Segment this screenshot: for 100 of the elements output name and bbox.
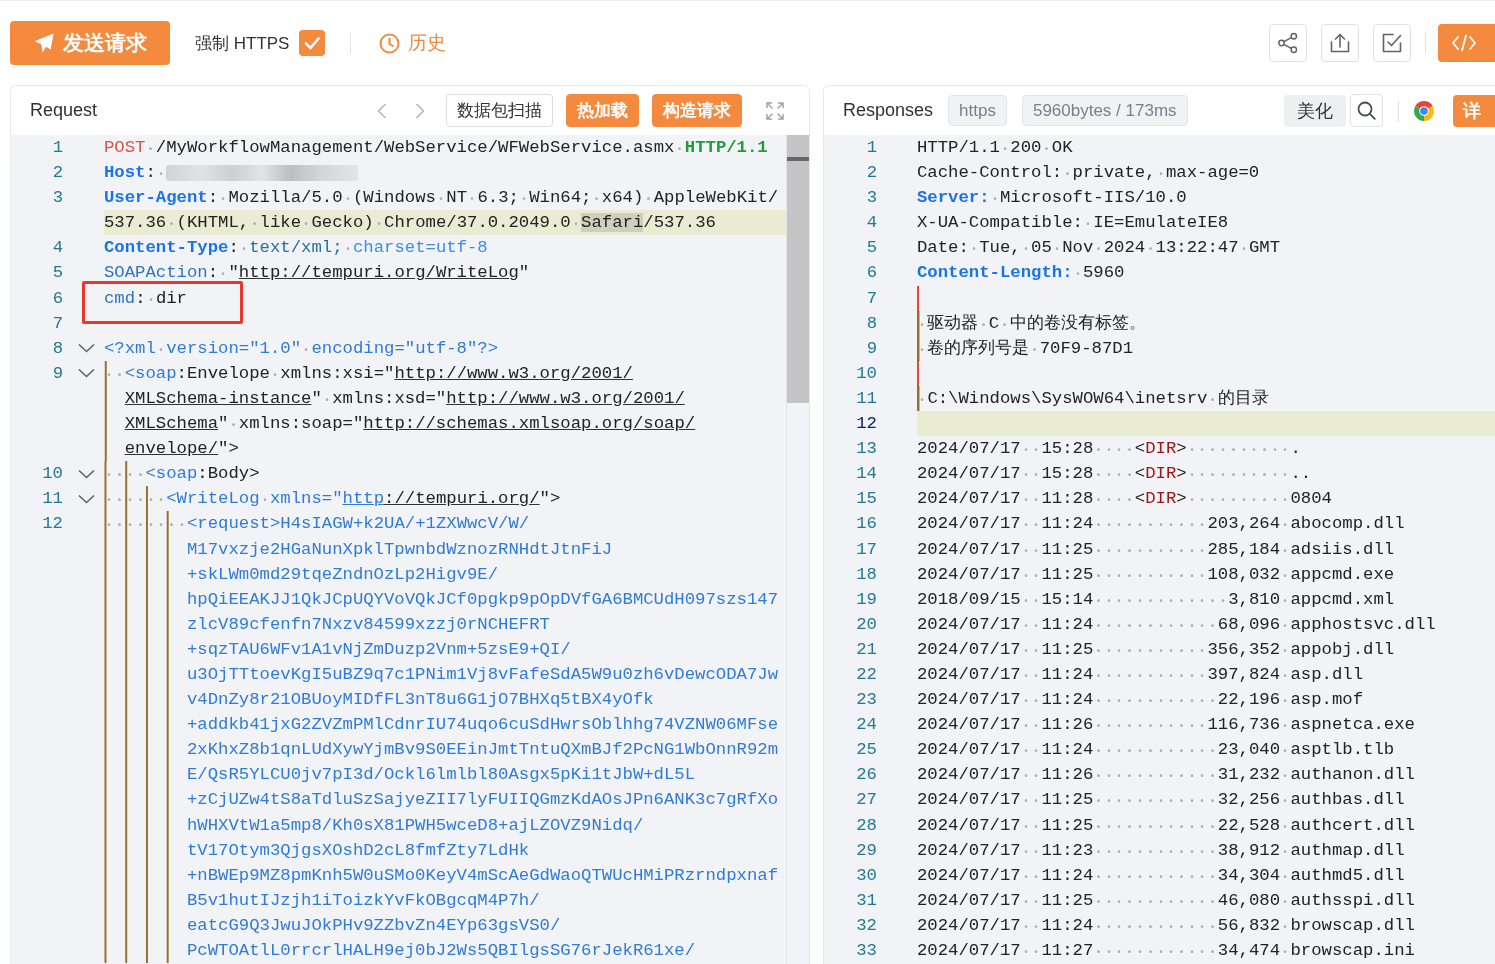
code-line: 2024/07/17 11:27 34,474 browscap.ini xyxy=(917,940,1416,962)
panel-title: Request xyxy=(30,100,98,121)
code-line: 2024/07/17 15:28 <DIR> .. xyxy=(917,463,1313,486)
details-button[interactable]: 详 xyxy=(1453,94,1495,127)
code-line: <WriteLog xmlns="http://tempuri.org/"> xyxy=(104,486,786,512)
code-line: 卷的序列号是 70F9-87D1 xyxy=(917,335,1495,361)
scrollbar-thumb[interactable] xyxy=(787,135,809,403)
line-number: 6 xyxy=(51,287,63,310)
panel-title: Responses xyxy=(843,100,934,121)
line-number: 3 xyxy=(865,187,877,210)
expand-icon[interactable] xyxy=(766,101,784,120)
line-number: 32 xyxy=(855,914,877,937)
code-line: hpQiEEAKJJ1QkJCpUQYVoVQkJCf0pgkp9pOpDVfGA6BMCUdH097szs147 xyxy=(104,586,786,612)
force-https-label: 强制 HTTPS xyxy=(195,32,290,55)
line-number: 30 xyxy=(855,864,877,887)
code-line: Date: Tue, 05 Nov 2024 13:22:47 GMT xyxy=(917,237,1282,260)
code-line: envelope/"> xyxy=(104,436,786,462)
share-button[interactable] xyxy=(1269,24,1307,62)
code-line: 2024/07/17 11:26 31,232 authanon.dll xyxy=(917,764,1416,787)
check-square-icon xyxy=(1382,33,1402,53)
code-line: 2024/07/17 11:25 32,256 authbas.dll xyxy=(917,789,1406,812)
line-number: 22 xyxy=(855,663,877,686)
code-line: 2018/09/15 15:14 3,810 appcmd.xml xyxy=(917,588,1396,611)
line-number: 20 xyxy=(855,613,877,636)
hot-reload-button[interactable]: 热加载 xyxy=(566,94,639,127)
code-line: 2024/07/17 11:23 38,912 authmap.dll xyxy=(917,839,1406,862)
line-number: 3 xyxy=(51,187,63,210)
code-line: 2024/07/17 11:24 22,196 asp.mof xyxy=(917,689,1365,712)
code-line: XMLSchema-instance" xmlns:xsd="http://www.w3.org/2001/ xyxy=(104,385,786,412)
code-line: 2024/07/17 11:24 56,832 browscap.dll xyxy=(917,914,1416,937)
line-number: 10 xyxy=(855,362,877,385)
beautify-button[interactable]: 美化 xyxy=(1284,94,1346,127)
chevron-down-icon[interactable] xyxy=(78,368,95,379)
code-line: 2xKhxZ8b1qnLUdXywYjmBv9S0EEinJmtTntuQXmBJf2PcNG1WbOnnR92m xyxy=(104,737,786,763)
line-number: 7 xyxy=(51,312,63,335)
line-number: 33 xyxy=(855,940,877,962)
paper-plane-icon xyxy=(33,33,54,53)
code-line: 2024/07/17 11:24 68,096 apphostsvc.dll xyxy=(917,613,1437,636)
chevron-down-icon[interactable] xyxy=(78,468,95,479)
checkbox[interactable] xyxy=(299,30,326,56)
line-number: 10 xyxy=(41,463,63,486)
code-line: <?xml version="1.0" encoding="utf-8"?> xyxy=(104,337,500,360)
code-line: 2024/07/17 15:28 <DIR> . xyxy=(917,438,1302,461)
line-number: 28 xyxy=(855,814,877,837)
code-line: 2024/07/17 11:25 356,352 appobj.dll xyxy=(917,638,1396,661)
packet-scan-button[interactable]: 数据包扫描 xyxy=(446,94,553,127)
code-line: 2024/07/17 11:24 23,040 asptlb.tlb xyxy=(917,739,1396,762)
line-number: 21 xyxy=(855,638,877,661)
code-line: <request>H4sIAGW+k2UA/+1ZXWwcV/W/ xyxy=(104,511,786,537)
check-button[interactable] xyxy=(1373,24,1411,62)
build-request-button[interactable]: 构造请求 xyxy=(652,94,742,127)
code-line: B5v1hutIJzjh1iToizkYvFkOBgcqM4P7h/ xyxy=(104,887,786,913)
code-line: 2024/07/17 11:25 108,032 appcmd.exe xyxy=(917,563,1396,586)
search-button[interactable] xyxy=(1350,94,1383,127)
scroll-position-marker xyxy=(787,157,809,161)
code-line: XMLSchema" xmlns:soap="http://schemas.xmlsoap.org/soap/ xyxy=(104,411,786,437)
code-line: 2024/07/17 11:24 34,304 authmd5.dll xyxy=(917,864,1406,887)
line-number: 11 xyxy=(855,387,877,410)
line-number: 1 xyxy=(865,137,877,159)
line-number: 19 xyxy=(855,588,877,611)
code-line: zlcV89cfenfn7Nxzv84599xzzj0rNCHEFRT xyxy=(104,611,786,637)
code-line: cmd: dir xyxy=(104,287,188,310)
line-number: 29 xyxy=(855,839,877,862)
info-tag: 5960bytes / 173ms xyxy=(1021,95,1188,126)
code-line: E/QsR5YLCU0jv7pI3d/Ockl6lmlbl80Asgx5pKi1tJbW+dL5L xyxy=(104,762,786,788)
line-number: 4 xyxy=(51,237,63,260)
line-number: 14 xyxy=(855,463,877,486)
line-number: 11 xyxy=(41,488,63,511)
code-line: +zCjUZw4tS8aTdluSzSajyeZII7lyFUIIQGmzKdAOsJPn6ANK3c7gRfXo xyxy=(104,787,786,813)
code-line: 2024/07/17 11:26 116,736 aspnetca.exe xyxy=(917,714,1416,737)
send-request-button[interactable]: 发送请求 xyxy=(10,21,170,65)
line-number: 16 xyxy=(855,513,877,536)
code-line: 2024/07/17 11:24 397,824 asp.dll xyxy=(917,663,1364,686)
code-line: +nBWEp9MZ8pmKnh5W0uSMo0KeyV4mScAeGdWaoQTWUcHMiPRzrndpxnaf xyxy=(104,862,786,888)
line-number: 9 xyxy=(51,362,63,385)
code-text: Host: xyxy=(104,163,167,183)
line-number: 27 xyxy=(855,789,877,812)
browser-logo-icon[interactable] xyxy=(1413,99,1435,122)
line-number: 2 xyxy=(51,162,63,185)
line-number: 23 xyxy=(855,689,877,712)
upload-button[interactable] xyxy=(1321,24,1359,62)
line-number: 18 xyxy=(855,563,877,586)
code-line: 2024/07/17 11:28 <DIR> 0804 xyxy=(917,488,1333,511)
code-line: Server: Microsoft-IIS/10.0 xyxy=(917,187,1188,210)
history-button[interactable]: 历史 xyxy=(379,30,447,56)
code-line: User-Agent: Mozilla/5.0 (Windows NT 6.3; Win64; x64) AppleWebKit/ xyxy=(104,187,780,210)
code-line: X-UA-Compatible: IE=EmulateIE8 xyxy=(917,212,1230,235)
code-line: M17vxzje2HGaNunXpklTpwnbdWznozRNHdtJtnFiJ xyxy=(104,536,786,562)
line-number: 6 xyxy=(865,262,877,285)
line-number: 12 xyxy=(41,513,63,536)
chevron-down-icon[interactable] xyxy=(78,343,95,354)
line-number: 13 xyxy=(855,438,877,461)
code-line: C:\Windows\SysWOW64\inetsrv 的目录 xyxy=(917,385,1495,412)
line-number: 15 xyxy=(855,488,877,511)
code-line: 2024/07/17 11:25 46,080 authsspi.dll xyxy=(917,889,1416,912)
code-line: u3OjTTtoevKgI5uBZ9q7c1PNim1Vj8vFafeSdA5W9u0zh6vDewcODA7Jw xyxy=(104,661,786,688)
code-line: PcWTOAtlL0rrcrlHALH9ej0bJ2Ws5QBIlgsSG76rJekR61xe/ xyxy=(104,938,786,964)
line-number: 31 xyxy=(855,889,877,912)
search-icon xyxy=(1357,101,1376,120)
chevron-down-icon[interactable] xyxy=(78,493,95,504)
